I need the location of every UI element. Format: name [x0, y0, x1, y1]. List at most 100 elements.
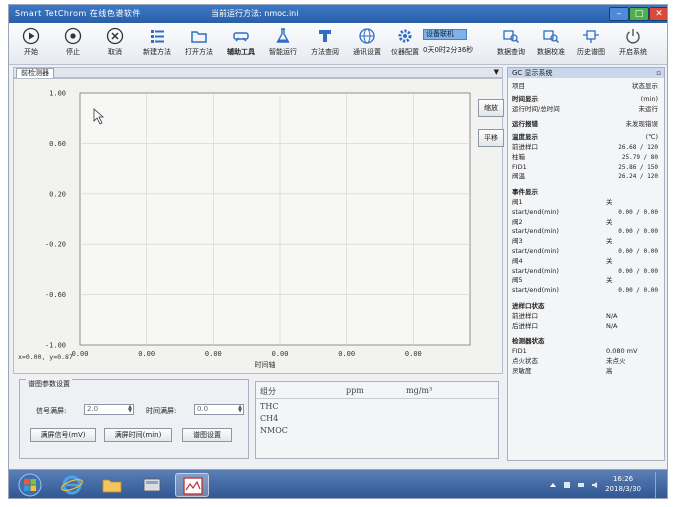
tray-flag-icon[interactable]	[563, 481, 571, 489]
cursor-readout: x=0.00, y=0.87	[18, 353, 73, 361]
chart-settings-button[interactable]: 谱图设置	[182, 428, 232, 442]
open-method-button[interactable]: 打开方法	[179, 27, 219, 63]
gc-line-label: start/end(min)	[512, 266, 559, 275]
gc-line-value: 关	[606, 256, 613, 265]
signal-full-label: 信号满屏:	[36, 407, 67, 415]
x-tick-label: 0.00	[338, 350, 355, 358]
gc-line: 前进样口 N/A	[512, 312, 662, 321]
cancel-button[interactable]: 取消	[95, 27, 135, 63]
gc-line: 时间显示 (min)	[512, 95, 662, 104]
gc-line: start/end(min) 0.00 / 0.00	[512, 208, 662, 217]
plot-area	[79, 92, 471, 346]
taskbar-device[interactable]	[135, 473, 169, 497]
gc-line: 温度显示 (℃)	[512, 133, 662, 142]
method-view-button[interactable]: 方法查阅	[305, 27, 345, 63]
maximize-button[interactable]: □	[629, 7, 649, 21]
time-full-input[interactable]: 0.0 ▲ ▼	[194, 404, 244, 415]
chromatogram-panel: 1.00 0.60 0.20 -0.20 -0.60 -1.00 0.00 0.00 0.00 0…	[13, 78, 504, 375]
gc-line: 后进样口 N/A	[512, 322, 662, 331]
gc-line: 进样口状态	[512, 302, 662, 311]
data-query-icon	[503, 30, 520, 44]
gc-line: start/end(min) 0.00 / 0.00	[512, 227, 662, 236]
gc-line-label: 阀5	[512, 276, 523, 285]
tray-network-icon[interactable]	[577, 481, 585, 489]
full-time-button[interactable]: 满屏时间(min)	[104, 428, 172, 442]
gc-line-label: 灵敏度	[512, 366, 532, 375]
stop-icon	[64, 27, 82, 45]
gc-line: FID1 0.080 mV	[512, 347, 662, 356]
history-chart-button[interactable]: 历史谱图	[571, 27, 611, 63]
gc-line-value: 0.00 / 0.00	[618, 228, 658, 236]
taskbar-tetchrom[interactable]	[175, 473, 209, 497]
full-signal-button[interactable]: 满屏信号(mV)	[30, 428, 96, 442]
gc-line-label: 运行时间/总时间	[512, 104, 560, 113]
gc-panel-title: GC 显示系统 ▫	[508, 68, 664, 78]
cancel-icon	[106, 27, 124, 45]
spinner-arrows-icon[interactable]: ▲ ▼	[238, 405, 242, 414]
pin-icon[interactable]: ▫	[656, 68, 661, 78]
close-button[interactable]: ✕	[649, 7, 667, 21]
tray-arrow-icon[interactable]	[549, 481, 557, 489]
mgm3-header: mg/m³	[406, 386, 433, 395]
show-desktop-button[interactable]	[655, 472, 665, 498]
table-row-nmoc: NMOC	[260, 426, 288, 435]
comm-settings-button[interactable]: 通讯设置	[347, 27, 387, 63]
signal-full-input[interactable]: 2.0 ▲ ▼	[84, 404, 134, 415]
y-tick-label: -0.20	[45, 241, 66, 249]
smart-run-button[interactable]: 智能运行	[263, 27, 303, 63]
tab-front-detector[interactable]: 前检测器	[16, 68, 54, 78]
pan-button[interactable]: 平移	[478, 129, 504, 147]
gc-line-value: 0.00 / 0.00	[618, 267, 658, 275]
device-icon	[143, 478, 161, 492]
gc-line: 检测器状态	[512, 337, 662, 346]
gc-line: 阀5 关	[512, 276, 662, 285]
run-time-readout: 0天0时2分36秒	[423, 46, 474, 54]
gc-line-value: 状态显示	[632, 82, 658, 90]
windows-taskbar: 16:26 2018/3/30	[9, 469, 667, 498]
gc-line-value: 未发现错误	[625, 120, 659, 129]
instrument-config-button[interactable]: 仪器配置	[385, 27, 425, 63]
chromatogram-chart[interactable]: 1.00 0.60 0.20 -0.20 -0.60 -1.00 0.00 0.00 0.00 0…	[14, 79, 474, 375]
start-button[interactable]: 开始	[11, 27, 51, 63]
y-tick-label: -1.00	[45, 342, 66, 350]
start-menu-button[interactable]	[13, 473, 47, 497]
signal-full-value: 2.0	[87, 405, 99, 413]
y-axis-label: 信号强度	[14, 201, 15, 229]
gc-line-label: 进样口状态	[512, 302, 545, 310]
tools-button[interactable]: 辅助工具	[221, 27, 261, 63]
time-full-value: 0.0	[197, 405, 209, 413]
spinner-arrows-icon[interactable]: ▲ ▼	[128, 405, 132, 414]
gc-line-value: 0.080 mV	[606, 347, 638, 356]
windows-logo-icon	[18, 473, 42, 497]
new-method-icon	[151, 30, 164, 43]
tab-dropdown-icon[interactable]: ▼	[494, 68, 499, 76]
stop-button[interactable]: 停止	[53, 27, 93, 63]
gc-line-label: 柱箱	[512, 152, 525, 161]
gc-line-label: 阀温	[512, 172, 525, 181]
flask-icon	[276, 28, 290, 43]
zoom-button[interactable]: 缩放	[478, 99, 504, 117]
gc-line: start/end(min) 0.00 / 0.00	[512, 286, 662, 295]
data-calibrate-button[interactable]: 数据校准	[531, 27, 571, 63]
gc-line-label: 后进样口	[512, 321, 538, 330]
start-label: 开始	[24, 48, 38, 56]
gc-line: 运行报错 未发现错误	[512, 120, 662, 129]
history-chart-label: 历史谱图	[577, 48, 605, 56]
gc-line-value: 26.68 / 120	[618, 144, 658, 151]
new-method-button[interactable]: 新建方法	[137, 27, 177, 63]
taskbar-ie[interactable]	[55, 473, 89, 497]
minimize-button[interactable]: –	[609, 7, 629, 21]
data-query-button[interactable]: 数据查询	[491, 27, 531, 63]
stop-label: 停止	[66, 48, 80, 56]
gc-line-value: 0.00 / 0.00	[618, 287, 658, 295]
power-system-button[interactable]: 开启系统	[613, 27, 653, 63]
taskbar-clock[interactable]: 16:26 2018/3/30	[605, 474, 641, 494]
gc-line-value: N/A	[606, 311, 618, 320]
gc-line-label: start/end(min)	[512, 286, 559, 295]
taskbar-explorer[interactable]	[95, 473, 129, 497]
gc-line-label: 点火状态	[512, 357, 538, 365]
component-table: 组分 ppm mg/m³ THC CH4 NMOC	[255, 381, 499, 459]
gc-line-value: 高	[606, 366, 613, 375]
tray-volume-icon[interactable]	[591, 481, 599, 489]
x-axis-label: 时间轴	[255, 360, 276, 369]
